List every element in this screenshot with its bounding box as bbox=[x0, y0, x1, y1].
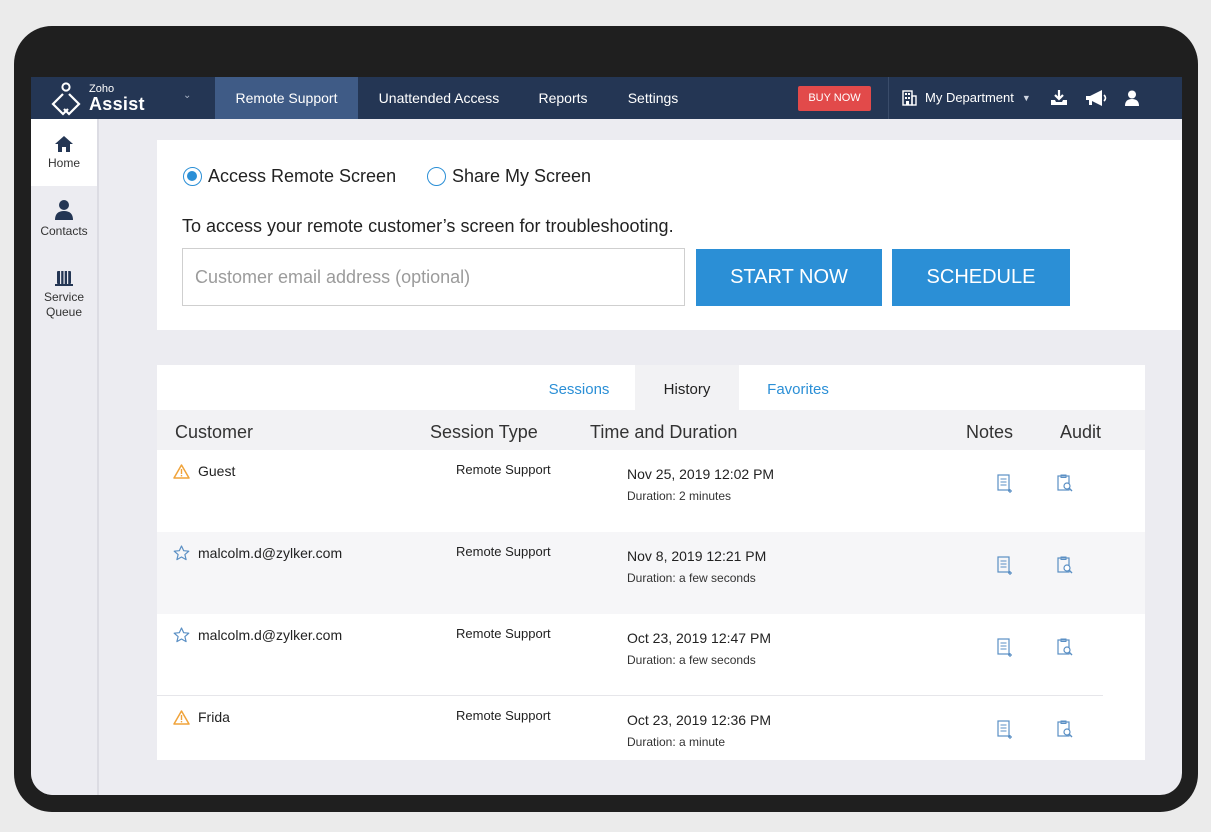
column-header-notes: Notes bbox=[966, 422, 1014, 442]
sidebar-item-home[interactable]: Home bbox=[31, 119, 97, 186]
session-duration: Duration: a few seconds bbox=[627, 571, 756, 585]
customer-name: Frida bbox=[198, 709, 230, 725]
column-header-time-duration: Time and Duration bbox=[590, 422, 738, 442]
warning-icon bbox=[173, 709, 190, 725]
session-duration: Duration: a minute bbox=[627, 735, 726, 749]
tab-sessions[interactable]: Sessions bbox=[535, 365, 623, 410]
table-row[interactable]: malcolm.d@zylker.com Remote Support Nov … bbox=[157, 532, 1145, 614]
announcement-icon[interactable] bbox=[1084, 89, 1108, 107]
notes-icon[interactable] bbox=[996, 556, 1014, 576]
nav-divider bbox=[888, 77, 889, 119]
radio-unselected-icon bbox=[427, 167, 446, 186]
tab-history[interactable]: History bbox=[635, 365, 739, 410]
sidebar-item-label: Contacts bbox=[40, 224, 88, 238]
access-panel: Access Remote Screen Share My Screen To … bbox=[157, 140, 1182, 330]
column-header-customer: Customer bbox=[175, 422, 254, 442]
top-navigation-bar: Zoho Assist ⌄ Remote Support Unattended … bbox=[31, 77, 1182, 119]
customer-name: malcolm.d@zylker.com bbox=[198, 627, 343, 643]
left-sidebar: Home Contacts Service Queue bbox=[31, 119, 99, 795]
radio-selected-icon bbox=[183, 167, 202, 186]
access-description: To access your remote customer’s screen … bbox=[182, 216, 674, 236]
nav-remote-support[interactable]: Remote Support bbox=[215, 77, 358, 119]
user-profile-icon[interactable] bbox=[1123, 89, 1141, 107]
contacts-icon bbox=[55, 200, 73, 220]
service-queue-icon bbox=[55, 270, 73, 286]
table-row[interactable]: malcolm.d@zylker.com Remote Support Oct … bbox=[157, 614, 1145, 696]
brand-name: Assist bbox=[89, 94, 145, 114]
building-icon bbox=[902, 90, 917, 106]
customer-email-input[interactable] bbox=[182, 248, 685, 306]
zoho-assist-logo[interactable]: Zoho Assist bbox=[49, 80, 159, 116]
buy-now-button[interactable]: BUY NOW bbox=[798, 86, 871, 111]
session-time: Nov 25, 2019 12:02 PM bbox=[627, 466, 775, 482]
nav-unattended-access[interactable]: Unattended Access bbox=[366, 77, 512, 119]
notes-icon[interactable] bbox=[996, 474, 1014, 494]
session-duration: Duration: a few seconds bbox=[627, 653, 756, 667]
table-header: Customer Session Type Time and Duration … bbox=[157, 410, 1145, 450]
session-type: Remote Support bbox=[456, 544, 551, 559]
radio-label: Share My Screen bbox=[452, 166, 592, 186]
table-row[interactable]: Frida Remote Support Oct 23, 2019 12:36 … bbox=[157, 696, 1145, 760]
customer-cell: malcolm.d@zylker.com bbox=[173, 627, 342, 643]
customer-cell: Guest bbox=[173, 463, 235, 479]
nav-reports[interactable]: Reports bbox=[527, 77, 599, 119]
session-time: Oct 23, 2019 12:47 PM bbox=[627, 630, 771, 646]
notes-icon[interactable] bbox=[996, 638, 1014, 658]
customer-name: Guest bbox=[198, 463, 236, 479]
customer-name: malcolm.d@zylker.com bbox=[198, 545, 343, 561]
audit-icon[interactable] bbox=[1056, 638, 1074, 658]
radio-access-remote-screen[interactable]: Access Remote Screen bbox=[183, 166, 396, 187]
audit-icon[interactable] bbox=[1056, 474, 1074, 494]
schedule-button[interactable]: SCHEDULE bbox=[892, 249, 1070, 306]
customer-cell: Frida bbox=[173, 709, 230, 725]
app-window: Zoho Assist ⌄ Remote Support Unattended … bbox=[31, 77, 1182, 795]
chevron-down-icon[interactable]: ⌄ bbox=[183, 90, 191, 101]
audit-icon[interactable] bbox=[1056, 556, 1074, 576]
star-icon[interactable] bbox=[173, 545, 190, 561]
caret-down-icon: ▼ bbox=[1021, 93, 1031, 103]
department-selector[interactable]: My Department ▼ bbox=[901, 77, 1031, 119]
customer-cell: malcolm.d@zylker.com bbox=[173, 545, 342, 561]
session-duration: Duration: 2 minutes bbox=[627, 489, 732, 503]
session-type: Remote Support bbox=[456, 462, 551, 477]
session-type: Remote Support bbox=[456, 708, 551, 723]
tab-favorites[interactable]: Favorites bbox=[751, 365, 845, 410]
assist-logo-icon bbox=[51, 82, 81, 116]
history-panel: Sessions History Favorites Customer Sess… bbox=[157, 365, 1145, 760]
radio-share-my-screen[interactable]: Share My Screen bbox=[427, 166, 591, 187]
session-time: Oct 23, 2019 12:36 PM bbox=[627, 712, 771, 728]
sidebar-item-label: Service bbox=[43, 290, 84, 304]
department-label: My Department bbox=[925, 90, 1014, 105]
session-time: Nov 8, 2019 12:21 PM bbox=[627, 548, 767, 564]
sidebar-item-label: Queue bbox=[45, 305, 83, 319]
session-type: Remote Support bbox=[456, 626, 551, 641]
sidebar-item-label: Home bbox=[47, 156, 80, 170]
star-icon[interactable] bbox=[173, 627, 190, 643]
table-row[interactable]: Guest Remote Support Nov 25, 2019 12:02 … bbox=[157, 450, 1145, 532]
start-now-button[interactable]: START NOW bbox=[696, 249, 882, 306]
nav-settings[interactable]: Settings bbox=[615, 77, 691, 119]
warning-icon bbox=[173, 463, 190, 479]
audit-icon[interactable] bbox=[1056, 720, 1074, 740]
notes-icon[interactable] bbox=[996, 720, 1014, 740]
sidebar-item-service-queue[interactable]: Service Queue bbox=[31, 269, 97, 329]
sidebar-item-contacts[interactable]: Contacts bbox=[31, 199, 97, 249]
home-icon bbox=[55, 136, 73, 152]
download-icon[interactable] bbox=[1050, 89, 1068, 107]
column-header-audit: Audit bbox=[1060, 422, 1102, 442]
radio-label: Access Remote Screen bbox=[208, 166, 397, 186]
column-header-session-type: Session Type bbox=[430, 422, 538, 442]
